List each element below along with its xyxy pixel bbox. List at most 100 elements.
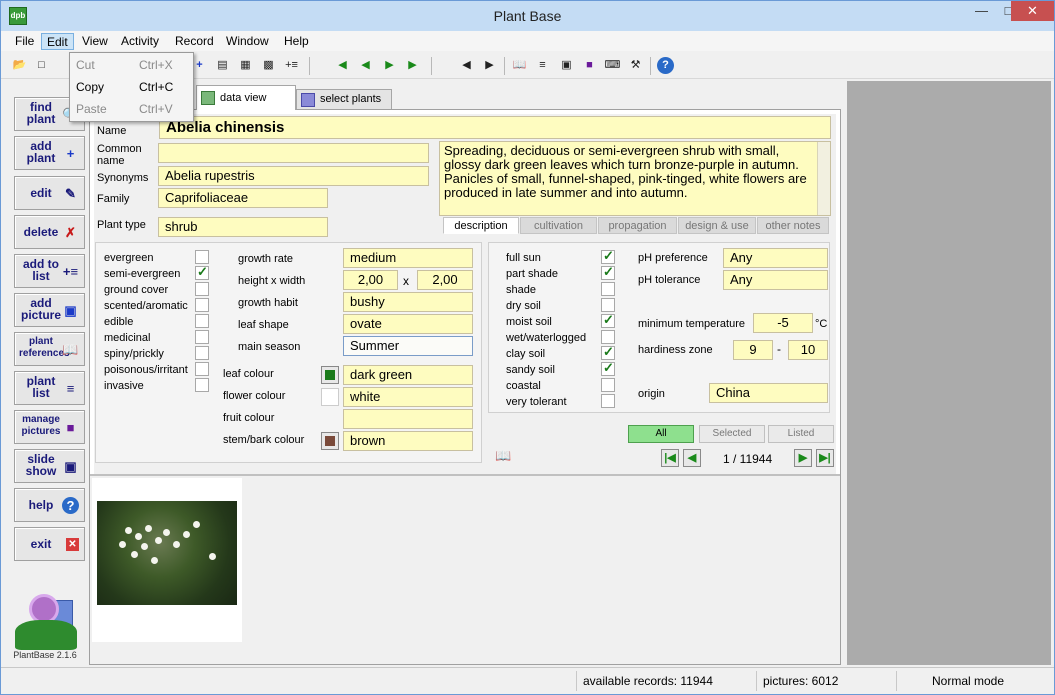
add-plant-button[interactable]: add plant +	[14, 136, 85, 170]
add-to-list-button[interactable]: add to list +≡	[14, 254, 85, 288]
ph-preference-field[interactable]: Any	[723, 248, 828, 268]
next-record-button[interactable]: ▶	[794, 449, 812, 467]
open-icon[interactable]: 📂	[11, 57, 28, 74]
wet-soil-checkbox[interactable]	[601, 330, 615, 344]
forward-icon[interactable]: ▶	[481, 57, 498, 74]
very-tolerant-checkbox[interactable]	[601, 394, 615, 408]
min-temperature-field[interactable]: -5	[753, 313, 813, 333]
print-icon[interactable]: ⌨	[604, 57, 621, 74]
add-to-list-icon[interactable]: +≡	[283, 57, 300, 74]
minimize-button[interactable]: —	[968, 1, 995, 21]
save-as-icon[interactable]: ▦	[237, 57, 254, 74]
fruit-colour-field[interactable]	[343, 409, 473, 429]
menu-file[interactable]: File	[10, 33, 39, 50]
menu-help[interactable]: Help	[279, 33, 314, 50]
dry-soil-checkbox[interactable]	[601, 298, 615, 312]
main-season-select[interactable]: Summer	[343, 336, 473, 356]
scented-checkbox[interactable]	[195, 298, 209, 312]
menu-paste[interactable]: Paste Ctrl+V	[70, 98, 193, 120]
tools-icon[interactable]: ⚒	[627, 57, 644, 74]
slide-show-button[interactable]: slide show ▣	[14, 449, 85, 483]
plant-photo[interactable]	[97, 501, 237, 605]
coastal-checkbox[interactable]	[601, 378, 615, 392]
help-button[interactable]: help ?	[14, 488, 85, 522]
poisonous-checkbox[interactable]	[195, 362, 209, 376]
picture-icon[interactable]: ■	[581, 57, 598, 74]
delete-button[interactable]: delete ✗	[14, 215, 85, 249]
filter-all-button[interactable]: All	[628, 425, 694, 443]
tab-data-view[interactable]: data view	[196, 85, 296, 110]
semi-evergreen-checkbox[interactable]	[195, 264, 209, 280]
family-field[interactable]: Caprifoliaceae	[158, 188, 328, 208]
save-icon[interactable]: ▤	[214, 57, 231, 74]
clay-soil-checkbox[interactable]	[601, 344, 615, 360]
first-record-button[interactable]: |◀	[661, 449, 679, 467]
filter-listed-button[interactable]: Listed	[768, 425, 834, 443]
edible-checkbox[interactable]	[195, 314, 209, 328]
origin-field[interactable]: China	[709, 383, 828, 403]
growth-rate-field[interactable]: medium	[343, 248, 473, 268]
description-scrollbar[interactable]	[817, 142, 830, 215]
manage-pictures-button[interactable]: manage pictures ■	[14, 410, 85, 444]
book-icon[interactable]: 📖	[511, 57, 528, 74]
help-icon[interactable]: ?	[657, 57, 674, 74]
hardiness-to-field[interactable]: 10	[788, 340, 828, 360]
plant-type-field[interactable]: shrub	[158, 217, 328, 237]
shade-checkbox[interactable]	[601, 282, 615, 296]
flower-colour-swatch[interactable]	[321, 388, 339, 406]
flower-colour-field[interactable]: white	[343, 387, 473, 407]
slideshow-icon[interactable]: ▣	[558, 57, 575, 74]
edit-button[interactable]: edit ✎	[14, 176, 85, 210]
sandy-soil-checkbox[interactable]	[601, 360, 615, 376]
back-icon[interactable]: ◀	[458, 57, 475, 74]
plant-photo-frame[interactable]	[92, 478, 242, 642]
common-name-field[interactable]	[158, 143, 429, 163]
list-icon[interactable]: ≡	[534, 57, 551, 74]
new-icon[interactable]: □	[33, 57, 50, 74]
last-record-icon[interactable]: ▶​	[404, 57, 421, 74]
exit-button[interactable]: exit ✕	[14, 527, 85, 561]
leaf-colour-swatch[interactable]	[321, 366, 339, 384]
references-book-icon[interactable]: 📖	[495, 449, 511, 462]
tab-cultivation[interactable]: cultivation	[520, 217, 597, 234]
leaf-colour-field[interactable]: dark green	[343, 365, 473, 385]
medicinal-checkbox[interactable]	[195, 330, 209, 344]
stem-colour-swatch[interactable]	[321, 432, 339, 450]
description-textarea[interactable]: Spreading, deciduous or semi-evergreen s…	[439, 141, 831, 216]
ground-cover-checkbox[interactable]	[195, 282, 209, 296]
previous-record-icon[interactable]: ◀	[357, 57, 374, 74]
menu-record[interactable]: Record	[170, 33, 219, 50]
tab-design-use[interactable]: design & use	[678, 217, 756, 234]
growth-habit-field[interactable]: bushy	[343, 292, 473, 312]
tab-other-notes[interactable]: other notes	[757, 217, 829, 234]
evergreen-checkbox[interactable]	[195, 250, 209, 264]
close-button[interactable]: ✕	[1011, 1, 1054, 21]
ph-tolerance-field[interactable]: Any	[723, 270, 828, 290]
width-field[interactable]: 2,00	[417, 270, 473, 290]
synonyms-field[interactable]: Abelia rupestris	[158, 166, 429, 186]
menu-window[interactable]: Window	[221, 33, 274, 50]
invasive-checkbox[interactable]	[195, 378, 209, 392]
add-picture-button[interactable]: add picture ▣	[14, 293, 85, 327]
next-record-icon[interactable]: ▶	[381, 57, 398, 74]
menu-activity[interactable]: Activity	[116, 33, 164, 50]
menu-copy[interactable]: Copy Ctrl+C	[70, 76, 193, 98]
print-preview-icon[interactable]: ▩	[260, 57, 277, 74]
first-record-icon[interactable]: ◀​	[334, 57, 351, 74]
menu-view[interactable]: View	[77, 33, 113, 50]
leaf-shape-field[interactable]: ovate	[343, 314, 473, 334]
part-shade-checkbox[interactable]	[601, 264, 615, 280]
moist-soil-checkbox[interactable]	[601, 312, 615, 328]
tab-description[interactable]: description	[443, 217, 519, 234]
tab-select-plants[interactable]: select plants	[296, 89, 392, 110]
name-field[interactable]: Abelia chinensis	[159, 116, 831, 139]
hardiness-from-field[interactable]: 9	[733, 340, 773, 360]
full-sun-checkbox[interactable]	[601, 248, 615, 264]
plant-list-button[interactable]: plant list ≡	[14, 371, 85, 405]
height-field[interactable]: 2,00	[343, 270, 398, 290]
tab-propagation[interactable]: propagation	[598, 217, 677, 234]
previous-record-button[interactable]: ◀	[683, 449, 701, 467]
filter-selected-button[interactable]: Selected	[699, 425, 765, 443]
plant-references-button[interactable]: plant references 📖	[14, 332, 85, 366]
spiny-checkbox[interactable]	[195, 346, 209, 360]
